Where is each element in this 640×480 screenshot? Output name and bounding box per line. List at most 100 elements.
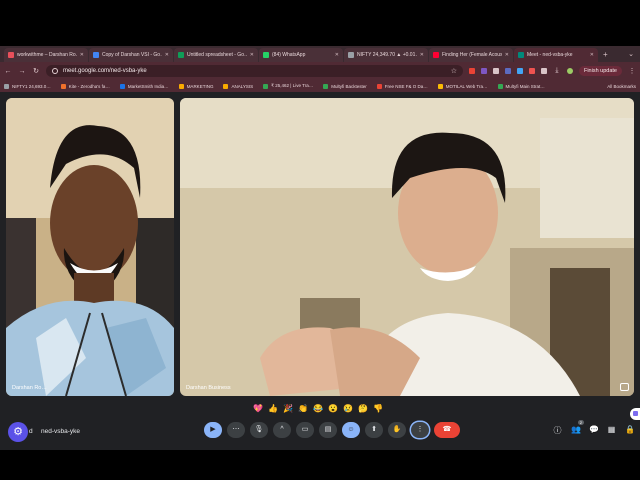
extension-icon[interactable] [504,68,511,74]
meet-gear-icon[interactable]: ⚙ [8,422,28,442]
tab-favicon-icon [348,52,354,58]
browser-tab[interactable]: NIFTY 24,349.70 ▲ +0.01… ✕ [344,48,428,62]
participant-video [6,98,174,396]
reaction-emoji[interactable]: 💖 [252,403,264,415]
participant-tile[interactable]: Darshan Business [180,98,634,396]
bookmark-item[interactable]: MarketSmith India… [119,83,169,89]
chat-icon[interactable]: 💬 [589,425,599,436]
bookmark-item[interactable]: ₹ 25,462 | Live Tra… [263,83,313,89]
finish-update-button[interactable]: Finish update [578,66,622,76]
reaction-emoji[interactable]: 🤔 [357,403,369,415]
browser-tab[interactable]: workwithme – Darshan Ro… ✕ [4,48,88,62]
chat-icon-glyph: 💬 [589,425,599,434]
tab-close-icon[interactable]: ✕ [250,52,254,58]
present-button[interactable]: ⬆ [365,422,383,438]
browser-tab[interactable]: Meet - ned-vsba-yke ✕ [514,48,598,62]
reaction-emoji[interactable]: 😮 [327,403,339,415]
bookmark-item[interactable]: NIFTY1 24,693.0… [4,83,51,89]
meeting-code: ned-vsba-yke [41,428,81,435]
bookmark-item[interactable]: MOTILAL Web Tra… [437,83,488,89]
call-controls: ▶ ⋯ 🎙 ^ ▭ ▤ ☺ ⬆ ✋ ⋮ ☎ [204,422,460,438]
bookmark-star-icon[interactable]: ☆ [451,67,457,75]
reaction-emoji[interactable]: 👍 [267,403,279,415]
people-icon[interactable]: 👥 2 [571,420,584,436]
reaction-emoji[interactable]: 🎉 [282,403,294,415]
host-controls-icon[interactable]: 🔒 [625,425,635,436]
tab-favicon-icon [518,52,524,58]
more-options-button[interactable]: ⋮ [411,422,429,438]
bookmark-icon [4,83,9,89]
bookmarks-bar: NIFTY1 24,693.0… Kite - Zerodha's fa… Mark… [0,80,640,92]
reactions-bar: 💖 👍 🎉 👏 😂 😮 😢 🤔 👎 [252,403,384,415]
forward-icon[interactable]: → [18,68,26,75]
reaction-emoji[interactable]: 😢 [342,403,354,415]
bookmark-item[interactable]: ANALYSIS [223,83,253,89]
extension-icon[interactable] [516,68,523,74]
camera-button[interactable]: ▭ [296,422,314,438]
browser-tab[interactable]: Finding Her (Female Acous… ✕ [429,48,513,62]
site-info-icon[interactable] [52,68,58,74]
browser-tab[interactable]: Untitled spreadsheet - Go… ✕ [174,48,258,62]
info-icon[interactable]: ⓘ [553,425,562,436]
tab-favicon-icon [263,52,269,58]
participant-tile[interactable]: Darshan Ro… [6,98,174,396]
tab-strip: workwithme – Darshan Ro… ✕ Copy of Darshan… [0,46,640,62]
bookmark-label: Multyfi Main Strat… [505,83,545,89]
reaction-emoji[interactable]: 👏 [297,403,309,415]
bookmark-icon [119,83,125,89]
bookmark-icon [376,83,382,89]
download-icon[interactable]: ⤓ [553,67,561,75]
bookmark-label: MARKETING [186,83,214,89]
raise-hand-button[interactable]: ✋ [388,422,406,438]
tab-label: Untitled spreadsheet - Go… [187,52,247,58]
menu-icon[interactable]: ⋮ [628,67,636,75]
bookmark-icon [60,83,66,89]
bookmark-item[interactable]: Kite - Zerodha's fa… [60,83,110,89]
participant-name: Darshan Business [186,385,231,391]
address-bar[interactable]: meet.google.com/ned-vsba-yke ☆ [46,65,463,77]
bookmark-label: Free NSE F& O Da… [384,83,428,89]
bookmark-label: NIFTY1 24,693.0… [12,83,51,89]
leave-call-button[interactable]: ☎ [434,422,460,438]
bookmark-item[interactable]: MARKETING [178,83,214,89]
bookmark-icon [323,83,329,89]
browser-tab[interactable]: Copy of Darshan VSI - Go… ✕ [89,48,173,62]
send-reaction-button[interactable]: ▶ [204,422,222,438]
tab-close-icon[interactable]: ✕ [420,52,424,58]
reaction-emoji[interactable]: 😂 [312,403,324,415]
tile-options-icon[interactable] [620,383,629,391]
new-tab-button[interactable]: + [599,48,612,62]
bookmark-icon [263,83,269,89]
all-bookmarks-button[interactable]: All Bookmarks [607,84,636,89]
extensions-puzzle-icon[interactable] [540,68,547,74]
extension-icon[interactable] [492,68,499,74]
tab-close-icon[interactable]: ✕ [80,52,84,58]
emoji-button[interactable]: ☺ [342,422,360,438]
back-icon[interactable]: ← [4,68,12,75]
audio-settings-button[interactable]: ⋯ [227,422,245,438]
meet-control-bar: ⚙ d ned-vsba-yke ▶ ⋯ 🎙 ^ ▭ ▤ ☺ ⬆ ✋ ⋮ ☎ ⓘ 👥 2 💬 ▦ 🔒 [0,420,640,450]
tab-close-icon[interactable]: ✕ [505,52,509,58]
mic-button[interactable]: 🎙 [250,422,268,438]
mic-options-button[interactable]: ^ [273,422,291,438]
bookmark-item[interactable]: Free NSE F& O Da… [376,83,428,89]
tab-search-icon[interactable]: ⌄ [628,48,640,62]
bookmark-item[interactable]: Multyfi Main Strat… [497,83,545,89]
tab-close-icon[interactable]: ✕ [165,52,169,58]
bookmark-item[interactable]: Multyfi Backtester [323,83,367,89]
reload-icon[interactable]: ↻ [32,67,40,75]
browser-tab[interactable]: (84) WhatsApp ✕ [259,48,343,62]
tab-favicon-icon [93,52,99,58]
side-panel-toggle[interactable] [630,408,640,420]
host-controls-icon-glyph: 🔒 [625,425,635,434]
extension-icon[interactable] [480,68,487,74]
profile-avatar[interactable] [566,68,573,74]
url-text[interactable]: meet.google.com/ned-vsba-yke [63,68,147,74]
tab-close-icon[interactable]: ✕ [335,52,339,58]
tab-close-icon[interactable]: ✕ [590,52,594,58]
extension-icon[interactable] [528,68,535,74]
activities-icon[interactable]: ▦ [607,425,616,436]
extension-icon[interactable] [468,68,475,74]
captions-button[interactable]: ▤ [319,422,337,438]
reaction-emoji[interactable]: 👎 [372,403,384,415]
